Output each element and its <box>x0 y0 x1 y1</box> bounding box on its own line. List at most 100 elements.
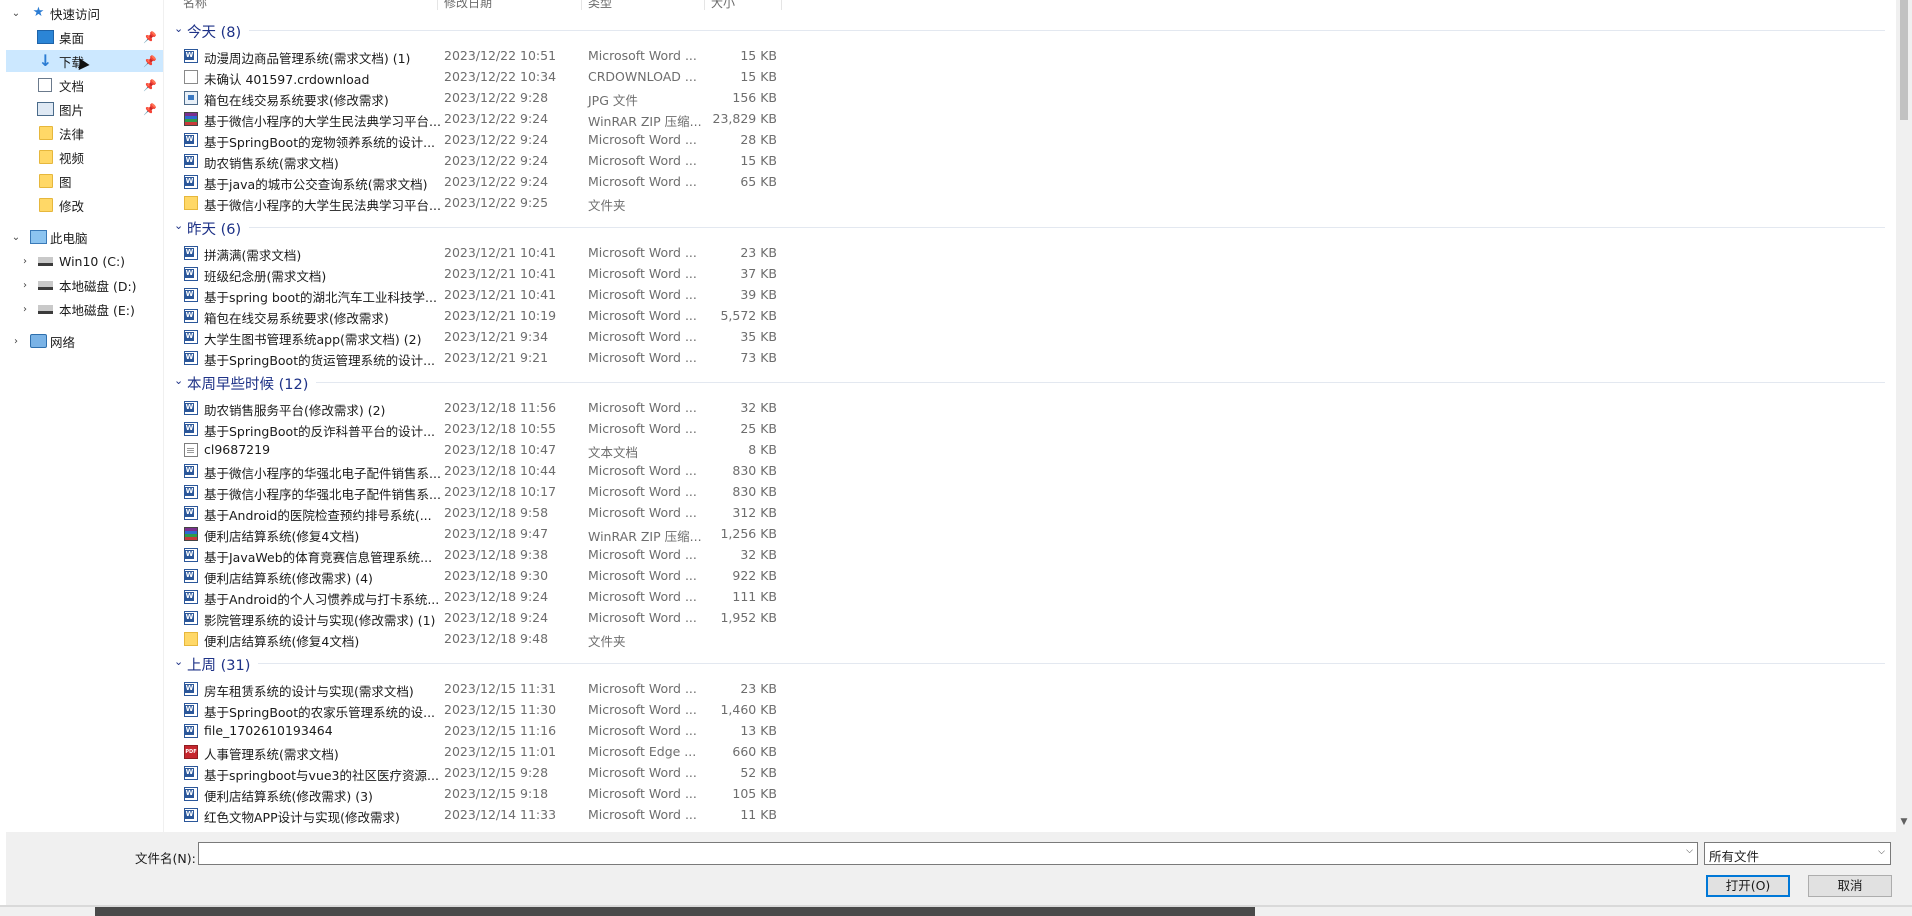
file-size: 25 KB <box>740 421 777 436</box>
file-row[interactable]: 便利店结算系统(修复4文档) 2023/12/18 9:47 WinRAR ZIP … <box>163 523 783 544</box>
scroll-down-arrow-icon[interactable]: ▼ <box>1896 815 1912 829</box>
vertical-scrollbar[interactable]: ▼ <box>1896 0 1912 832</box>
file-row[interactable]: 便利店结算系统(修改需求) (3)2023/12/15 9:18Microsof… <box>163 783 783 804</box>
nav-item-videos[interactable]: 视频 <box>6 146 163 168</box>
nav-item-modify[interactable]: 修改 <box>6 194 163 216</box>
navigation-pane: ⌄ ★ 快速访问 桌面 📌 ↓ 下载 📌 文档 📌 图片 📌 法律 视频 图 修… <box>6 0 164 832</box>
file-type: Microsoft Word ... <box>588 463 697 478</box>
word-icon <box>184 703 198 717</box>
file-row[interactable]: 班级纪念册(需求文档)2023/12/21 10:41Microsoft Wor… <box>163 263 783 284</box>
column-date-header[interactable]: 修改日期 <box>444 0 492 10</box>
word-icon <box>184 154 198 168</box>
file-row[interactable]: 动漫周边商品管理系统(需求文档) (1)2023/12/22 10:51Micr… <box>163 45 783 66</box>
file-size: 23 KB <box>740 245 777 260</box>
column-name-header[interactable]: 名称 <box>183 0 207 10</box>
group-header[interactable]: ⌄ 昨天 (6) <box>163 216 1885 238</box>
collapse-chevron-icon[interactable]: ⌄ <box>174 374 183 387</box>
nav-item-desktop[interactable]: 桌面 📌 <box>6 26 163 48</box>
file-type: Microsoft Edge ... <box>588 744 697 759</box>
file-row[interactable]: 基于微信小程序的大学生民法典学习平台... 2023/12/22 9:25 文件夹 <box>163 192 783 213</box>
nav-item-label: 修改 <box>59 198 85 214</box>
file-row[interactable]: 便利店结算系统(修改需求) (4)2023/12/18 9:30Microsof… <box>163 565 783 586</box>
file-row[interactable]: 基于SpringBoot的货运管理系统的设计...2023/12/21 9:21… <box>163 347 783 368</box>
expand-chevron-icon[interactable]: › <box>10 336 22 347</box>
file-row[interactable]: 基于微信小程序的大学生民法典学习平台... 2023/12/22 9:24 WinR… <box>163 108 783 129</box>
file-row[interactable]: 基于JavaWeb的体育竞赛信息管理系统...2023/12/18 9:38Mi… <box>163 544 783 565</box>
file-date: 2023/12/18 10:17 <box>444 484 557 499</box>
file-row[interactable]: 基于java的城市公交查询系统(需求文档)2023/12/22 9:24Micr… <box>163 171 783 192</box>
nav-item-documents[interactable]: 文档 📌 <box>6 74 163 96</box>
drive-icon <box>38 305 53 314</box>
expand-chevron-icon[interactable]: › <box>19 256 31 267</box>
open-button[interactable]: 打开(O) <box>1706 875 1790 897</box>
file-row[interactable]: 基于spring boot的湖北汽车工业科技学...2023/12/21 10:… <box>163 284 783 305</box>
file-list[interactable]: ⌄ 今天 (8) 动漫周边商品管理系统(需求文档) (1)2023/12/22 10… <box>163 10 1896 832</box>
file-row[interactable]: 基于微信小程序的华强北电子配件销售系...2023/12/18 10:44Mic… <box>163 460 783 481</box>
nav-item-network[interactable]: › 网络 <box>6 330 163 352</box>
file-type: Microsoft Word ... <box>588 547 697 562</box>
collapse-chevron-icon[interactable]: ⌄ <box>174 655 183 668</box>
rar-icon <box>184 112 198 126</box>
file-row[interactable]: 房车租赁系统的设计与实现(需求文档)2023/12/15 11:31Micros… <box>163 678 783 699</box>
file-row[interactable]: 拼满满(需求文档)2023/12/21 10:41Microsoft Word … <box>163 242 783 263</box>
file-row[interactable]: 人事管理系统(需求文档)2023/12/15 11:01Microsoft Ed… <box>163 741 783 762</box>
file-row[interactable]: 箱包在线交易系统要求(修改需求)2023/12/21 10:19Microsof… <box>163 305 783 326</box>
file-row[interactable]: 助农销售系统(需求文档)2023/12/22 9:24Microsoft Wor… <box>163 150 783 171</box>
nav-item-this-pc[interactable]: ⌄ 此电脑 <box>6 226 163 248</box>
group-header[interactable]: ⌄ 上周 (31) <box>163 652 1885 674</box>
group-header[interactable]: ⌄ 今天 (8) <box>163 19 1885 41</box>
scrollbar-thumb[interactable] <box>1900 0 1908 120</box>
nav-item-tu[interactable]: 图 <box>6 170 163 192</box>
file-row[interactable]: 便利店结算系统(修复4文档) 2023/12/18 9:48 文件夹 <box>163 628 783 649</box>
filename-combobox[interactable]: ⌵ <box>198 842 1698 865</box>
expand-chevron-icon[interactable]: ⌄ <box>10 232 22 243</box>
file-row[interactable]: 基于Android的医院检查预约排号系统(...2023/12/18 9:58M… <box>163 502 783 523</box>
expand-chevron-icon[interactable]: › <box>19 304 31 315</box>
file-type-filter[interactable]: 所有文件 ⌵ <box>1704 842 1891 865</box>
cancel-button[interactable]: 取消 <box>1808 875 1892 897</box>
nav-item-label: 网络 <box>50 334 76 350</box>
expand-chevron-icon[interactable]: › <box>19 280 31 291</box>
file-row[interactable]: cl9687219 2023/12/18 10:47 文本文档 8 KB <box>163 439 783 460</box>
file-row[interactable]: 基于Android的个人习惯养成与打卡系统...2023/12/18 9:24M… <box>163 586 783 607</box>
nav-item-drive-e[interactable]: › 本地磁盘 (E:) <box>6 298 163 320</box>
text-file-icon <box>184 443 198 457</box>
nav-item-drive-d[interactable]: › 本地磁盘 (D:) <box>6 274 163 296</box>
file-row[interactable]: file_17026101934642023/12/15 11:16Micros… <box>163 720 783 741</box>
nav-item-law[interactable]: 法律 <box>6 122 163 144</box>
file-date: 2023/12/21 9:21 <box>444 350 549 365</box>
word-icon <box>184 548 198 562</box>
collapse-chevron-icon[interactable]: ⌄ <box>174 219 183 232</box>
file-row[interactable]: 基于SpringBoot的农家乐管理系统的设...2023/12/15 11:3… <box>163 699 783 720</box>
word-icon <box>184 49 198 63</box>
file-row[interactable]: 基于SpringBoot的反诈科普平台的设计...2023/12/18 10:5… <box>163 418 783 439</box>
nav-item-quick-access[interactable]: ⌄ ★ 快速访问 <box>6 2 163 24</box>
file-row[interactable]: 基于微信小程序的华强北电子配件销售系...2023/12/18 10:17Mic… <box>163 481 783 502</box>
pin-icon: 📌 <box>143 54 157 68</box>
column-size-header[interactable]: 大小 <box>711 0 735 10</box>
file-row[interactable]: 箱包在线交易系统要求(修改需求) 2023/12/22 9:28 JPG 文件 156… <box>163 87 783 108</box>
file-row[interactable]: 未确认 401597.crdownload 2023/12/22 10:34 CRD… <box>163 66 783 87</box>
collapse-chevron-icon[interactable]: ⌄ <box>174 22 183 35</box>
file-row[interactable]: 基于SpringBoot的宠物领养系统的设计...2023/12/22 9:24… <box>163 129 783 150</box>
nav-item-drive-c[interactable]: › Win10 (C:) <box>6 250 163 272</box>
file-row[interactable]: 红色文物APP设计与实现(修改需求)2023/12/14 11:33Micros… <box>163 804 783 825</box>
column-type-header[interactable]: 类型 <box>588 0 612 10</box>
nav-item-pictures[interactable]: 图片 📌 <box>6 98 163 120</box>
file-size: 15 KB <box>740 69 777 84</box>
chevron-down-icon[interactable]: ⌵ <box>1686 846 1693 856</box>
file-row[interactable]: 助农销售服务平台(修改需求) (2)2023/12/18 11:56Micros… <box>163 397 783 418</box>
group-header[interactable]: ⌄ 本周早些时候 (12) <box>163 371 1885 393</box>
file-type: Microsoft Word ... <box>588 505 697 520</box>
file-row[interactable]: 基于springboot与vue3的社区医疗资源...2023/12/15 9:… <box>163 762 783 783</box>
file-row[interactable]: 大学生图书管理系统app(需求文档) (2)2023/12/21 9:34Mic… <box>163 326 783 347</box>
file-row[interactable]: 影院管理系统的设计与实现(修改需求) (1)2023/12/18 9:24Mic… <box>163 607 783 628</box>
file-size: 8 KB <box>748 442 777 457</box>
file-date: 2023/12/21 10:41 <box>444 266 557 281</box>
filename-input[interactable] <box>203 844 1677 865</box>
network-icon <box>30 334 47 348</box>
pdf-icon <box>184 745 198 759</box>
expand-chevron-icon[interactable]: ⌄ <box>10 8 22 19</box>
file-size: 111 KB <box>732 589 777 604</box>
file-date: 2023/12/22 9:24 <box>444 153 549 168</box>
